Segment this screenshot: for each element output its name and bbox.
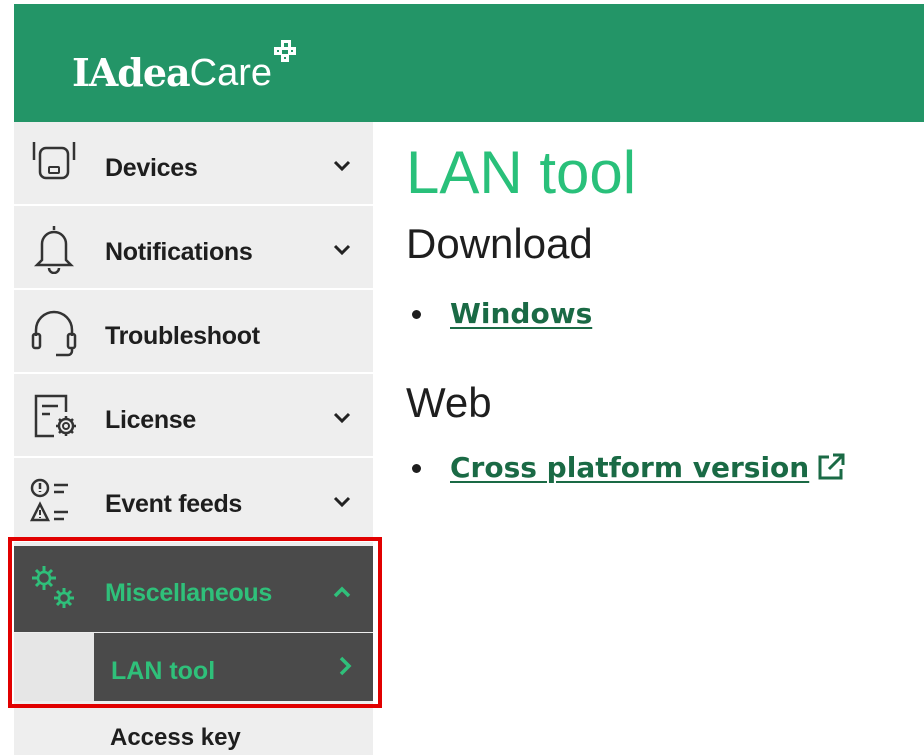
- section-heading-web: Web: [406, 379, 492, 426]
- sidebar-item-label: Devices: [105, 154, 198, 182]
- sidebar-item-troubleshoot[interactable]: Troubleshoot: [14, 292, 373, 374]
- sidebar-item-label: Troubleshoot: [105, 322, 260, 350]
- highlight-box: [8, 537, 382, 708]
- license-icon: [34, 394, 76, 438]
- external-link-icon[interactable]: [815, 451, 847, 483]
- chevron-down-icon[interactable]: [330, 406, 354, 430]
- sidebar-item-label: Event feeds: [105, 490, 243, 518]
- event-feeds-icon: [29, 478, 68, 522]
- chevron-down-icon[interactable]: [330, 154, 354, 178]
- sidebar-subitem-access-key[interactable]: Access key: [110, 724, 241, 752]
- logo-text-iadea: IAdea: [72, 50, 191, 95]
- section-heading-download: Download: [406, 220, 593, 267]
- sidebar-item-notifications[interactable]: Notifications: [14, 208, 373, 290]
- cross-platform-link[interactable]: Cross platform version: [450, 451, 809, 484]
- list-item: Cross platform version: [412, 451, 845, 485]
- sidebar-item-label: Notifications: [105, 238, 253, 266]
- chevron-down-icon[interactable]: [330, 490, 354, 514]
- chevron-down-icon[interactable]: [330, 238, 354, 262]
- bell-icon: [33, 226, 75, 274]
- sidebar-item-license[interactable]: License: [14, 376, 373, 458]
- bullet: [412, 310, 421, 319]
- headset-icon: [31, 310, 77, 357]
- list-item: Windows: [412, 297, 592, 331]
- iadeacare-logo[interactable]: IAdea Care: [72, 40, 298, 104]
- sidebar-item-event-feeds[interactable]: Event feeds: [14, 460, 373, 542]
- app-header: IAdea Care: [14, 4, 924, 122]
- page-title: LAN tool: [406, 139, 637, 206]
- logo-text-care: Care: [189, 52, 273, 94]
- logo-mark-icon: [274, 40, 298, 64]
- windows-download-link[interactable]: Windows: [450, 297, 592, 330]
- device-icon: [32, 142, 76, 180]
- sidebar-item-devices[interactable]: Devices: [14, 124, 373, 206]
- sidebar-item-label: License: [105, 406, 197, 434]
- bullet: [412, 464, 421, 473]
